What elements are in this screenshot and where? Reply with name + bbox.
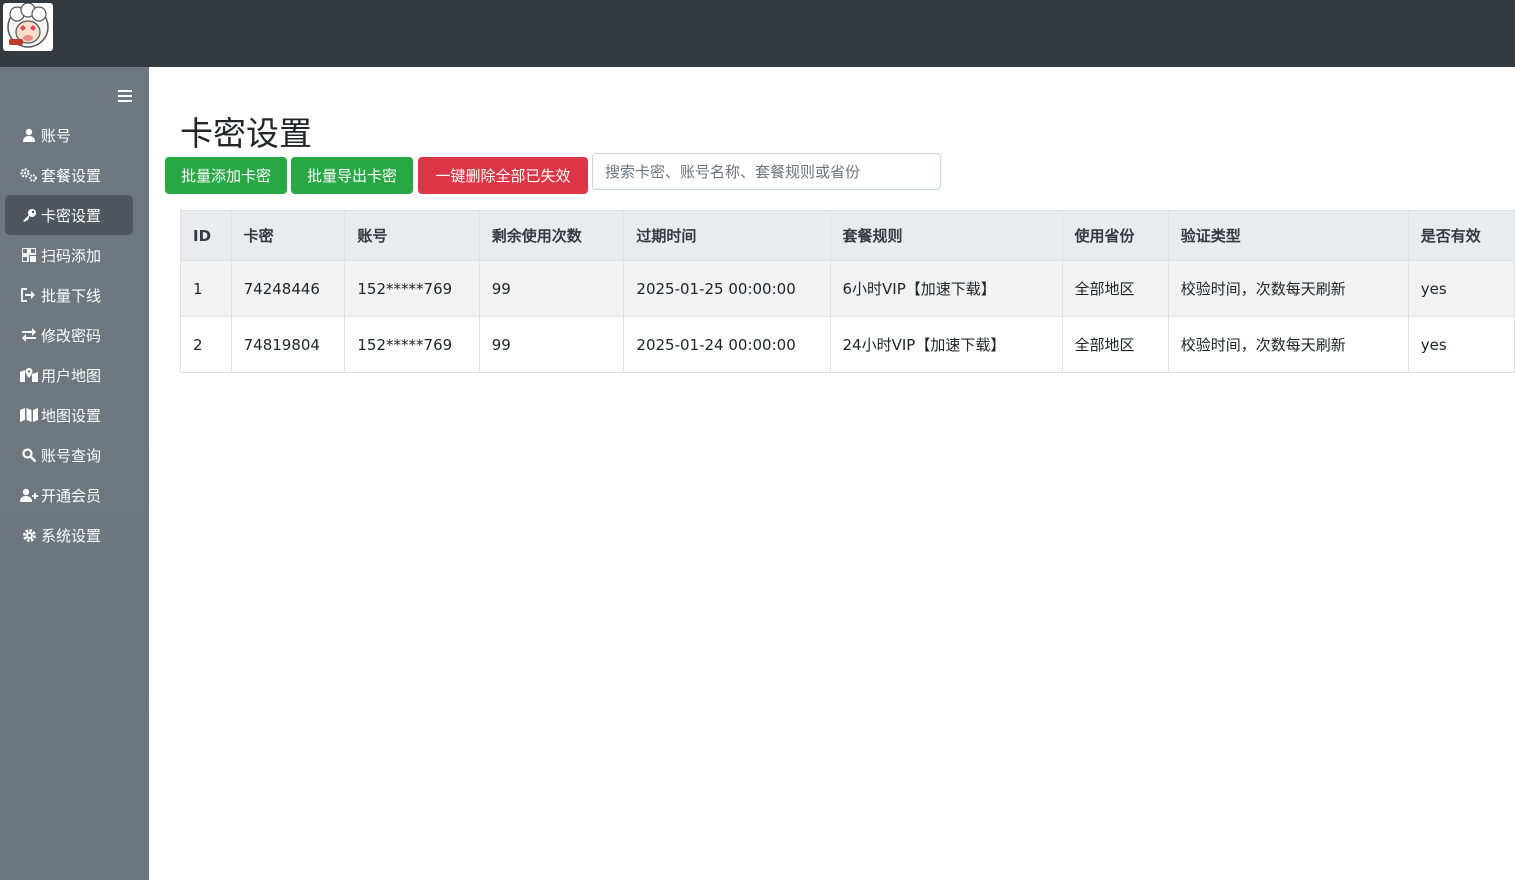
table-cell: yes [1407, 316, 1515, 373]
menu-toggle-button[interactable] [116, 87, 136, 105]
sidebar-item-scan-add[interactable]: 扫码添加 [5, 235, 133, 275]
card-table: ID 卡密 账号 剩余使用次数 过期时间 套餐规则 使用省份 验证类型 是否有效… [180, 210, 1515, 373]
column-header[interactable]: 是否有效 [1407, 210, 1515, 261]
table-cell: 校验时间，次数每天刷新 [1167, 316, 1409, 373]
column-header[interactable]: 过期时间 [623, 210, 831, 261]
sidebar-item-label: 卡密设置 [41, 206, 102, 225]
sign-out-icon [20, 287, 38, 303]
table-cell: 74248446 [230, 260, 346, 317]
key-icon [20, 207, 38, 223]
table-cell: 校验时间，次数每天刷新 [1167, 260, 1409, 317]
column-header[interactable]: 剩余使用次数 [478, 210, 625, 261]
map-icon [20, 407, 38, 423]
batch-add-card-button[interactable]: 批量添加卡密 [165, 157, 287, 194]
gear-icon [20, 527, 38, 543]
sidebar-item-label: 修改密码 [41, 326, 102, 345]
table-row[interactable]: 2 74819804 152*****769 99 2025-01-24 00:… [180, 316, 1515, 373]
sidebar-item-label: 地图设置 [41, 406, 102, 425]
table-cell: 1 [180, 260, 232, 317]
sidebar-item-label: 扫码添加 [41, 246, 102, 265]
user-plus-icon [20, 487, 38, 503]
top-navbar [0, 0, 1515, 67]
table-cell: 全部地区 [1061, 316, 1169, 373]
sidebar-item-label: 开通会员 [41, 486, 102, 505]
sidebar-item-card-settings[interactable]: 卡密设置 [5, 195, 133, 235]
sidebar-item-open-membership[interactable]: 开通会员 [5, 475, 133, 515]
table-row[interactable]: 1 74248446 152*****769 99 2025-01-25 00:… [180, 260, 1515, 317]
sidebar-item-label: 账号查询 [41, 446, 102, 465]
table-header-row: ID 卡密 账号 剩余使用次数 过期时间 套餐规则 使用省份 验证类型 是否有效 [180, 210, 1515, 261]
page-title: 卡密设置 [180, 114, 312, 153]
map-marked-icon [20, 367, 38, 383]
column-header[interactable]: 套餐规则 [829, 210, 1063, 261]
table-cell: 6小时VIP【加速下载】 [829, 260, 1063, 317]
column-header[interactable]: 账号 [344, 210, 480, 261]
exchange-icon [20, 327, 38, 343]
sheep-logo-icon [7, 3, 49, 48]
search-input[interactable] [592, 153, 941, 190]
table-cell: 99 [478, 260, 625, 317]
cogs-icon [20, 167, 38, 183]
sidebar-item-map-settings[interactable]: 地图设置 [5, 395, 133, 435]
table-cell: 2025-01-25 00:00:00 [623, 260, 831, 317]
batch-export-card-button[interactable]: 批量导出卡密 [291, 157, 413, 194]
sidebar-item-package-settings[interactable]: 套餐设置 [5, 155, 133, 195]
sidebar-item-account[interactable]: 账号 [5, 115, 133, 155]
table-cell: 74819804 [230, 316, 346, 373]
qrcode-icon [20, 247, 38, 263]
sidebar-item-label: 批量下线 [41, 286, 102, 305]
main-content: 卡密设置 批量添加卡密 批量导出卡密 一键删除全部已失效 ID 卡密 账号 剩余… [149, 67, 1515, 880]
sidebar-item-change-password[interactable]: 修改密码 [5, 315, 133, 355]
table-cell: 152*****769 [344, 260, 480, 317]
table-cell: 24小时VIP【加速下载】 [829, 316, 1063, 373]
column-header[interactable]: 使用省份 [1061, 210, 1169, 261]
sidebar-nav: 账号 套餐设置 卡密设置 扫码添加 批量下线 修改密码 用户地图 地图设置 账号… [5, 115, 133, 555]
sidebar-item-account-query[interactable]: 账号查询 [5, 435, 133, 475]
table-cell: 2 [180, 316, 232, 373]
user-icon [20, 127, 38, 143]
logo-avatar[interactable] [3, 3, 53, 51]
sidebar-item-label: 系统设置 [41, 526, 102, 545]
search-icon [20, 447, 38, 463]
sidebar: 账号 套餐设置 卡密设置 扫码添加 批量下线 修改密码 用户地图 地图设置 账号… [0, 67, 149, 880]
hamburger-icon [118, 90, 132, 102]
column-header[interactable]: 验证类型 [1167, 210, 1409, 261]
sidebar-item-label: 账号 [41, 126, 72, 145]
table-cell: yes [1407, 260, 1515, 317]
table-cell: 99 [478, 316, 625, 373]
table-cell: 全部地区 [1061, 260, 1169, 317]
sidebar-item-system-settings[interactable]: 系统设置 [5, 515, 133, 555]
column-header[interactable]: 卡密 [230, 210, 346, 261]
column-header[interactable]: ID [180, 210, 232, 261]
sidebar-item-user-map[interactable]: 用户地图 [5, 355, 133, 395]
table-cell: 2025-01-24 00:00:00 [623, 316, 831, 373]
delete-expired-button[interactable]: 一键删除全部已失效 [418, 157, 588, 194]
table-cell: 152*****769 [344, 316, 480, 373]
sidebar-item-label: 用户地图 [41, 366, 102, 385]
sidebar-item-batch-offline[interactable]: 批量下线 [5, 275, 133, 315]
sidebar-item-label: 套餐设置 [41, 166, 102, 185]
